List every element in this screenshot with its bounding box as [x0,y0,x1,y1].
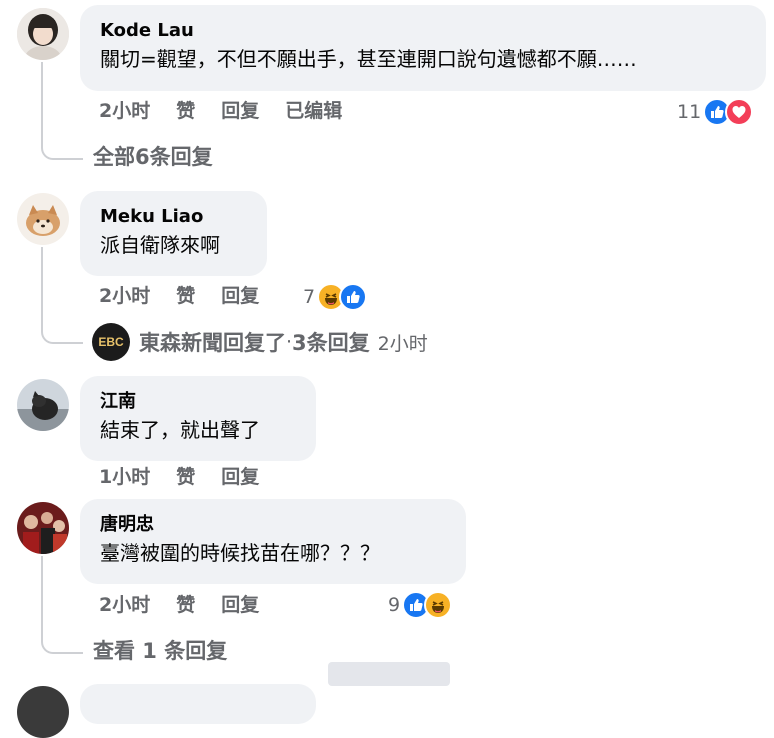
comment-bubble: 唐明忠 臺灣被圍的時候找苗在哪？？？ [80,499,466,584]
reply-button[interactable]: 回复 [221,98,259,124]
reaction-summary[interactable]: 11 [677,97,754,127]
page-reply-name[interactable]: 東森新聞回复了 [139,327,286,357]
reaction-summary[interactable]: 9 [388,590,453,620]
avatar[interactable] [17,686,69,738]
avatar[interactable] [17,502,69,554]
comment-author[interactable]: 江南 [100,391,296,413]
avatar[interactable] [17,8,69,60]
reaction-summary[interactable]: 7 [303,282,368,312]
comment-author[interactable]: Meku Liao [100,206,247,228]
comment-text: 派自衛隊來啊 [100,233,220,257]
comment-author[interactable]: Kode Lau [100,20,746,42]
page-reply-time: 2小时 [377,332,428,355]
haha-icon [424,591,453,619]
thread-line [41,62,43,138]
view-replies-link[interactable]: 查看 1 条回复 [93,637,227,665]
comment-bubble: Meku Liao 派自衛隊來啊 [80,191,267,276]
comment-bubble [80,684,316,724]
like-button[interactable]: 赞 [176,592,195,618]
avatar[interactable] [17,379,69,431]
pagination-indicator [328,662,450,686]
page-avatar[interactable]: EBC [92,323,130,361]
reply-button[interactable]: 回复 [221,283,259,309]
like-button[interactable]: 赞 [176,98,195,124]
comment-actions: 2小时赞回复 [99,283,285,309]
comment-text: 臺灣被圍的時候找苗在哪？？？ [100,541,380,565]
like-button[interactable]: 赞 [176,464,195,490]
comment-bubble: 江南 結束了，就出聲了 [80,376,316,461]
comment-text: 關切=觀望，不但不願出手，甚至連開口說句遺憾都不願…… [100,47,637,71]
reply-button[interactable]: 回复 [221,592,259,618]
ebc-logo: EBC [98,335,124,349]
reaction-count: 9 [388,594,401,616]
thread-connector [41,136,83,160]
thread-line [41,247,43,322]
page-reply-count[interactable]: 3条回复 [292,327,370,357]
comment-actions: 2小时赞回复 [99,592,285,618]
comment-text: 結束了，就出聲了 [100,418,260,442]
comment-time[interactable]: 1小时 [99,464,150,490]
reply-button[interactable]: 回复 [221,464,259,490]
comment-time[interactable]: 2小时 [99,592,150,618]
love-icon [725,98,754,126]
thread-line [41,556,43,630]
thread-connector [41,628,83,654]
comment-bubble: Kode Lau 關切=觀望，不但不願出手，甚至連開口說句遺憾都不願…… [80,5,766,91]
comment-author[interactable]: 唐明忠 [100,514,446,536]
view-replies-link[interactable]: 全部6条回复 [93,143,213,171]
comment-actions: 2小时赞回复 已编辑 [99,98,368,124]
comment-actions: 1小时赞回复 [99,464,285,490]
like-icon [339,283,368,311]
like-button[interactable]: 赞 [176,283,195,309]
reaction-count: 11 [677,101,702,123]
comment-time[interactable]: 2小时 [99,283,150,309]
reaction-count: 7 [303,286,316,308]
thread-connector [41,320,83,344]
comment-time[interactable]: 2小时 [99,98,150,124]
edited-label: 已编辑 [285,100,343,122]
avatar[interactable] [17,193,69,245]
page-reply-row[interactable]: EBC 東森新聞回复了 · 3条回复 2小时 [92,323,428,361]
